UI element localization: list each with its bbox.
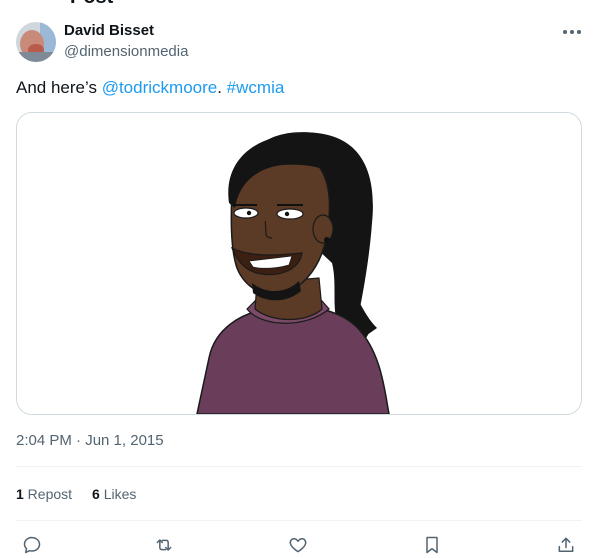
tweet-stats: 1 Repost 6 Likes bbox=[16, 486, 136, 502]
divider bbox=[16, 520, 582, 521]
tweet-timestamp[interactable]: 2:04 PM · Jun 1, 2015 bbox=[16, 432, 164, 449]
tweet-text: And here’s @todrickmoore. #wcmia bbox=[16, 78, 284, 98]
bookmark-icon[interactable] bbox=[418, 532, 446, 558]
likes-count: 6 bbox=[92, 486, 100, 502]
more-options-icon[interactable] bbox=[558, 20, 586, 44]
author-name[interactable]: David Bisset bbox=[64, 22, 154, 39]
tweet-separator: . bbox=[217, 78, 227, 97]
likes-label: Likes bbox=[99, 486, 137, 502]
tweet-media-image[interactable] bbox=[16, 112, 582, 415]
author-avatar[interactable] bbox=[16, 22, 56, 62]
tweet-text-prefix: And here’s bbox=[16, 78, 102, 97]
reply-icon[interactable] bbox=[18, 532, 46, 558]
repost-icon[interactable] bbox=[150, 532, 178, 558]
like-icon[interactable] bbox=[284, 532, 312, 558]
reposts-stat[interactable]: 1 Repost bbox=[16, 486, 72, 502]
hashtag-link[interactable]: #wcmia bbox=[227, 78, 285, 97]
mention-link[interactable]: @todrickmoore bbox=[102, 78, 218, 97]
reposts-label: Repost bbox=[23, 486, 73, 502]
tweet-actions bbox=[16, 532, 582, 558]
share-icon[interactable] bbox=[552, 532, 580, 558]
author-handle[interactable]: @dimensionmedia bbox=[64, 43, 188, 60]
divider bbox=[16, 466, 582, 467]
page-title: Post bbox=[70, 0, 113, 9]
likes-stat[interactable]: 6 Likes bbox=[92, 486, 136, 502]
cartoon-portrait-image bbox=[17, 113, 581, 414]
reposts-count: 1 bbox=[16, 486, 24, 502]
